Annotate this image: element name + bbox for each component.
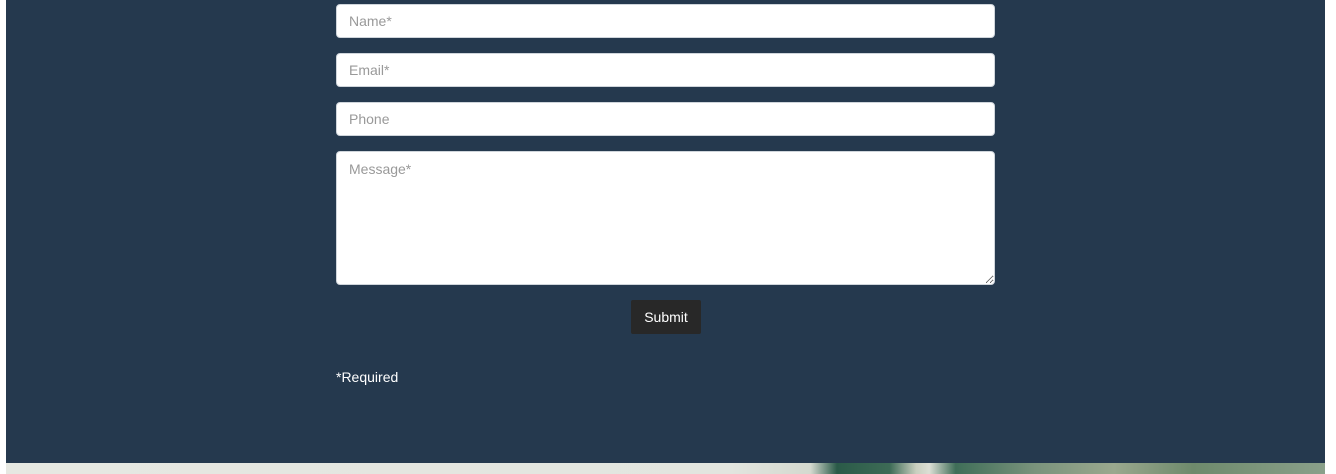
contact-form-section: Submit *Required <box>6 0 1325 463</box>
submit-button[interactable]: Submit <box>631 300 701 334</box>
background-image-strip <box>6 463 1325 474</box>
name-field[interactable] <box>336 4 995 38</box>
message-field[interactable] <box>336 151 995 285</box>
email-field[interactable] <box>336 53 995 87</box>
required-note: *Required <box>336 369 399 385</box>
phone-field[interactable] <box>336 102 995 136</box>
page: Submit *Required <box>0 0 1336 474</box>
